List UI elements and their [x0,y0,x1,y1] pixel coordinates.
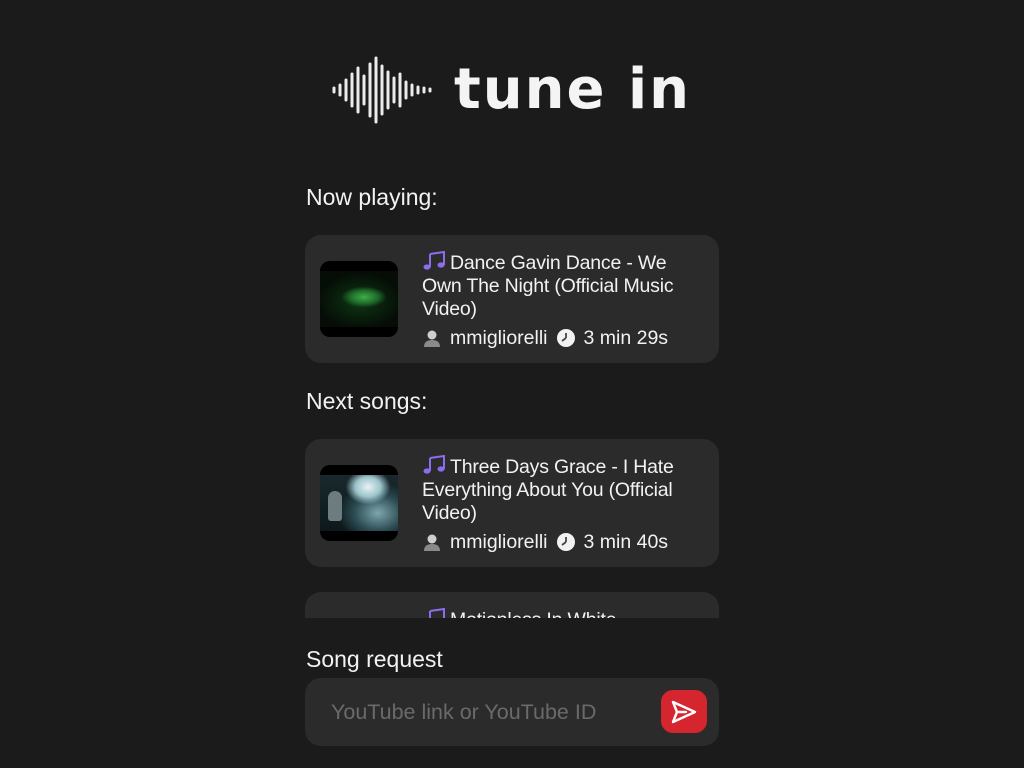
song-info: Three Days Grace - I Hate Everything Abo… [422,455,702,554]
queue-item[interactable]: Motionless In White [305,592,719,618]
song-title-text: Motionless In White [450,609,617,618]
thumbnail-figure [328,491,342,521]
thumbnail-letterbox [320,261,398,271]
next-songs-label: Next songs: [306,388,428,414]
next-songs-list[interactable]: Three Days Grace - I Hate Everything Abo… [305,428,719,618]
song-request-input[interactable] [327,692,655,732]
app-page: tune in Now playing: Dance Gavin Dance -… [0,0,1024,768]
app-logo: tune in [330,56,691,124]
queue-item[interactable]: Three Days Grace - I Hate Everything Abo… [305,439,719,567]
thumbnail-letterbox [320,465,398,475]
logo-text: tune in [454,57,692,122]
song-title-text: Three Days Grace - I Hate Everything Abo… [422,456,674,524]
send-icon [671,700,697,723]
song-meta: mmigliorelli 3 min 29s [422,326,702,350]
song-duration: 3 min 40s [583,531,669,553]
song-requester: mmigliorelli [450,327,548,349]
send-button[interactable] [661,690,707,733]
song-info: Dance Gavin Dance - We Own The Night (Of… [422,251,702,350]
song-requester: mmigliorelli [450,531,548,553]
song-title: Three Days Grace - I Hate Everything Abo… [422,455,702,525]
video-thumbnail [320,261,398,337]
sound-wave-icon [332,56,432,124]
now-playing-card[interactable]: Dance Gavin Dance - We Own The Night (Of… [305,235,719,363]
thumbnail-letterbox [320,531,398,541]
now-playing-label: Now playing: [306,184,438,210]
music-note-icon [429,608,445,618]
music-note-icon [423,455,445,474]
song-meta: mmigliorelli 3 min 40s [422,530,702,554]
song-request-label: Song request [306,646,443,672]
music-note-icon [423,251,445,270]
song-request-form [305,678,719,746]
video-thumbnail [320,465,398,541]
song-duration: 3 min 29s [583,327,669,349]
clock-icon [556,533,575,551]
song-title: Dance Gavin Dance - We Own The Night (Of… [422,251,702,321]
thumbnail-letterbox [320,327,398,337]
song-title: Motionless In White [422,608,702,618]
user-icon [424,330,440,347]
song-title-text: Dance Gavin Dance - We Own The Night (Of… [422,252,674,320]
song-info: Motionless In White [422,608,702,618]
clock-icon [556,329,575,347]
user-icon [424,534,440,551]
